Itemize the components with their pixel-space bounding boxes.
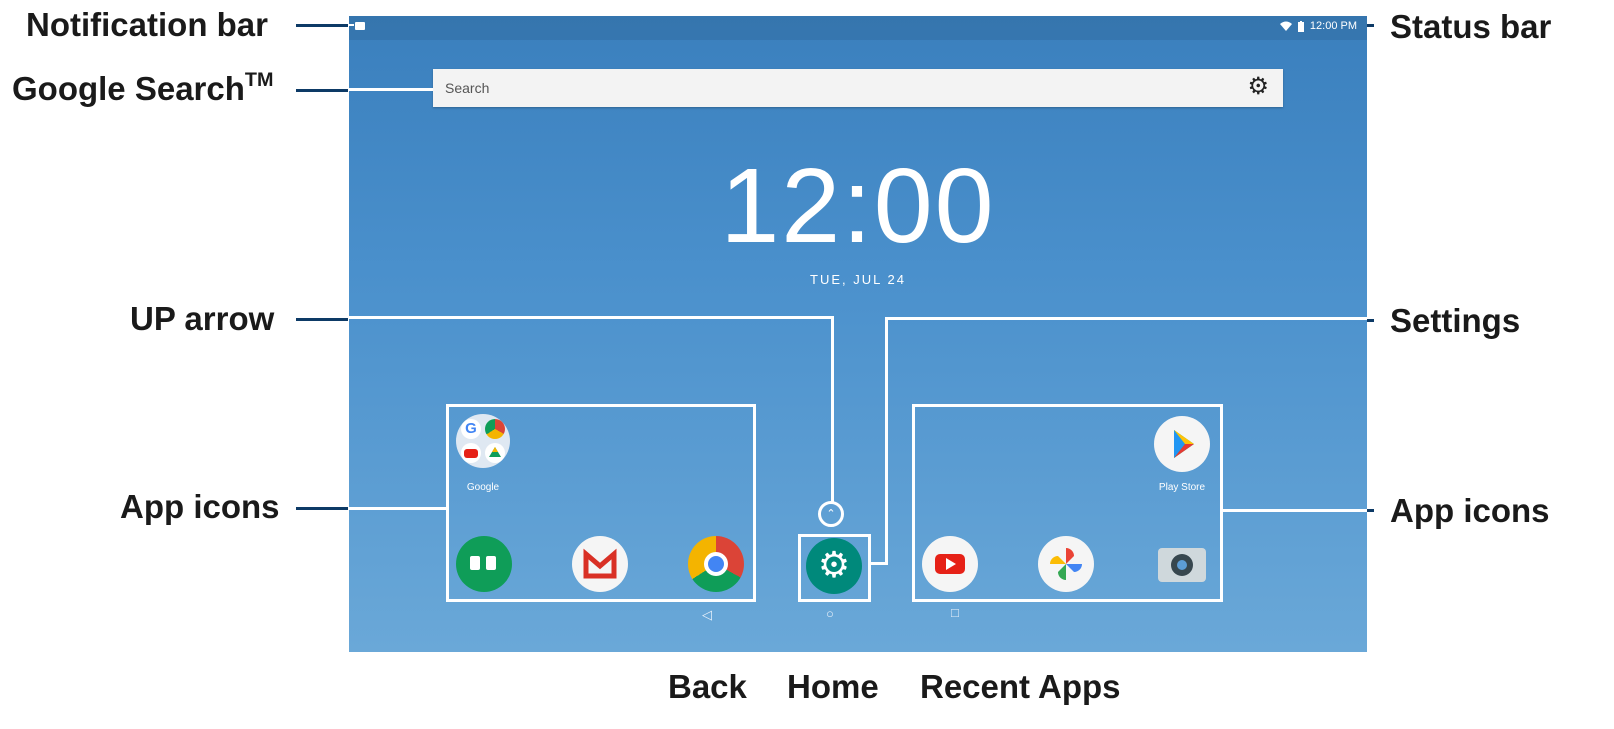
line-settings-v <box>885 317 888 565</box>
play-store-label: Play Store <box>1158 482 1206 493</box>
callout-recent-apps: Recent Apps <box>920 668 1121 705</box>
line-settings-h <box>885 317 1367 320</box>
callout-status-bar: Status bar <box>1390 8 1552 45</box>
camera-icon[interactable] <box>1154 536 1210 592</box>
line-settings-stub <box>869 562 888 565</box>
google-g-icon: G <box>461 419 481 439</box>
home-button[interactable]: ○ <box>826 606 834 621</box>
status-bar[interactable]: 12:00 PM <box>349 16 1367 40</box>
gmail-icon[interactable] <box>572 536 628 592</box>
callout-google-search: Google SearchTM <box>12 69 274 107</box>
wifi-icon <box>1279 21 1292 31</box>
status-time: 12:00 PM <box>1309 20 1357 32</box>
line-up-arrow-h <box>349 316 834 319</box>
hangouts-icon[interactable] <box>456 536 512 592</box>
youtube-icon[interactable] <box>922 536 978 592</box>
callout-back: Back <box>668 668 747 705</box>
leader-up-arrow <box>296 318 348 321</box>
settings-icon[interactable]: ⚙ <box>806 538 862 594</box>
gear-icon[interactable]: ⚙ <box>1247 75 1269 99</box>
recent-apps-button[interactable]: □ <box>951 605 959 620</box>
notification-icon[interactable] <box>355 22 365 30</box>
line-up-arrow-v <box>831 316 834 502</box>
leader-app-icons-left <box>296 507 348 510</box>
callout-up-arrow: UP arrow <box>130 300 275 337</box>
google-folder-icon[interactable]: G <box>456 414 510 468</box>
photos-icon[interactable] <box>1038 536 1094 592</box>
leader-notification <box>296 24 348 27</box>
trademark-mark: TM <box>244 69 274 91</box>
line-apps-right <box>1221 509 1367 512</box>
tablet-screen: 12:00 PM Search ⚙ 12:00 TUE, JUL 24 ⌃ G … <box>349 16 1367 652</box>
leader-google-search <box>296 89 348 92</box>
line-search <box>349 88 433 91</box>
callout-app-icons-left: App icons <box>120 488 280 525</box>
search-input[interactable]: Search <box>445 80 489 96</box>
chrome-mini-icon <box>485 419 505 439</box>
callout-settings: Settings <box>1390 302 1521 339</box>
clock-date: TUE, JUL 24 <box>810 272 906 287</box>
callout-app-icons-right: App icons <box>1390 492 1550 529</box>
callout-notification-bar: Notification bar <box>26 6 269 43</box>
line-apps-left <box>349 507 447 510</box>
chrome-icon[interactable] <box>688 536 744 592</box>
google-search-bar[interactable]: Search ⚙ <box>433 69 1283 107</box>
callout-home: Home <box>787 668 879 705</box>
line-notification <box>349 24 354 26</box>
status-icons: 12:00 PM <box>1279 20 1357 32</box>
drive-mini-icon <box>485 443 505 463</box>
play-store-icon[interactable] <box>1154 416 1210 472</box>
battery-icon <box>1297 20 1304 32</box>
callout-google-search-text: Google Search <box>12 70 245 107</box>
back-button[interactable]: ◁ <box>702 607 712 623</box>
up-arrow-icon[interactable]: ⌃ <box>818 501 844 527</box>
google-folder-label: Google <box>466 482 500 493</box>
clock-time: 12:00 <box>720 147 996 265</box>
youtube-mini-icon <box>461 443 481 463</box>
